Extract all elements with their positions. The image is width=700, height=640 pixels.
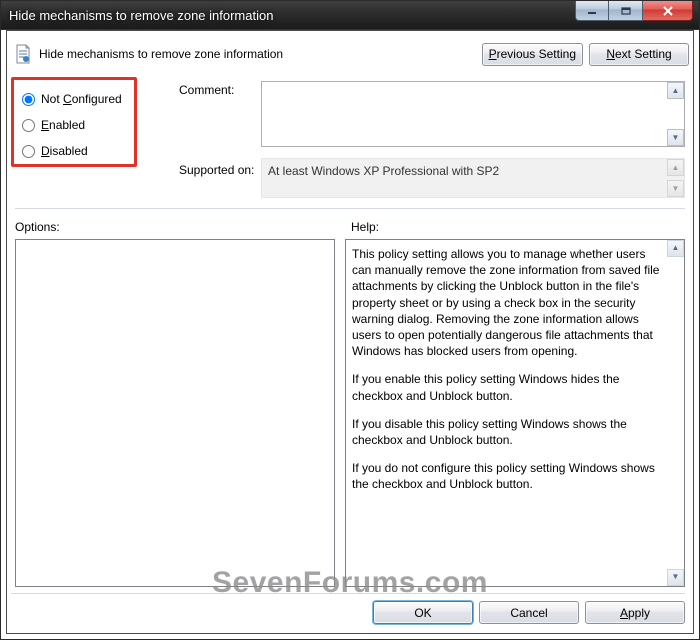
cancel-button[interactable]: Cancel bbox=[479, 601, 579, 624]
window-title: Hide mechanisms to remove zone informati… bbox=[9, 8, 273, 23]
radio-disabled[interactable] bbox=[22, 145, 35, 158]
scroll-up-icon[interactable]: ▲ bbox=[667, 82, 684, 99]
supported-on-field: At least Windows XP Professional with SP… bbox=[261, 158, 685, 198]
comment-field[interactable]: ▲ ▼ bbox=[261, 81, 685, 147]
previous-setting-button[interactable]: Previous Setting bbox=[482, 43, 583, 66]
help-label: Help: bbox=[351, 220, 379, 234]
client-area: Hide mechanisms to remove zone informati… bbox=[6, 30, 694, 634]
help-paragraph: If you enable this policy setting Window… bbox=[352, 371, 662, 403]
help-pane[interactable]: This policy setting allows you to manage… bbox=[345, 239, 685, 587]
scroll-up-icon[interactable]: ▲ bbox=[667, 159, 684, 176]
state-radio-group: Not Configured Enabled Disabled bbox=[11, 77, 137, 167]
supported-on-label: Supported on: bbox=[179, 163, 254, 177]
next-setting-button[interactable]: Next Setting bbox=[589, 43, 689, 66]
radio-not-configured[interactable] bbox=[22, 93, 35, 106]
radio-disabled-label[interactable]: Disabled bbox=[41, 144, 88, 158]
radio-not-configured-label[interactable]: Not Configured bbox=[41, 92, 122, 106]
scroll-up-icon[interactable]: ▲ bbox=[667, 240, 684, 257]
help-paragraph: If you do not configure this policy sett… bbox=[352, 460, 662, 492]
apply-button[interactable]: Apply bbox=[585, 601, 685, 624]
scroll-down-icon[interactable]: ▼ bbox=[667, 569, 684, 586]
header-row: Hide mechanisms to remove zone informati… bbox=[11, 35, 689, 73]
page-title: Hide mechanisms to remove zone informati… bbox=[39, 47, 283, 61]
help-paragraph: If you disable this policy setting Windo… bbox=[352, 416, 662, 448]
options-label: Options: bbox=[15, 220, 60, 234]
help-paragraph: This policy setting allows you to manage… bbox=[352, 246, 662, 359]
divider bbox=[15, 208, 685, 209]
scroll-down-icon[interactable]: ▼ bbox=[667, 180, 684, 197]
dialog-buttons: OK Cancel Apply bbox=[11, 593, 685, 625]
radio-enabled-label[interactable]: Enabled bbox=[41, 118, 85, 132]
maximize-icon bbox=[621, 7, 631, 15]
window-controls bbox=[575, 1, 693, 21]
radio-enabled[interactable] bbox=[22, 119, 35, 132]
titlebar: Hide mechanisms to remove zone informati… bbox=[0, 0, 700, 30]
comment-label: Comment: bbox=[179, 83, 234, 97]
scroll-down-icon[interactable]: ▼ bbox=[667, 129, 684, 146]
policy-icon bbox=[13, 44, 33, 64]
minimize-button[interactable] bbox=[575, 1, 609, 21]
close-icon bbox=[662, 6, 674, 16]
supported-on-text: At least Windows XP Professional with SP… bbox=[268, 164, 499, 178]
minimize-icon bbox=[587, 7, 597, 15]
maximize-button[interactable] bbox=[609, 1, 643, 21]
options-pane bbox=[15, 239, 335, 587]
ok-button[interactable]: OK bbox=[373, 601, 473, 624]
close-button[interactable] bbox=[643, 1, 693, 21]
